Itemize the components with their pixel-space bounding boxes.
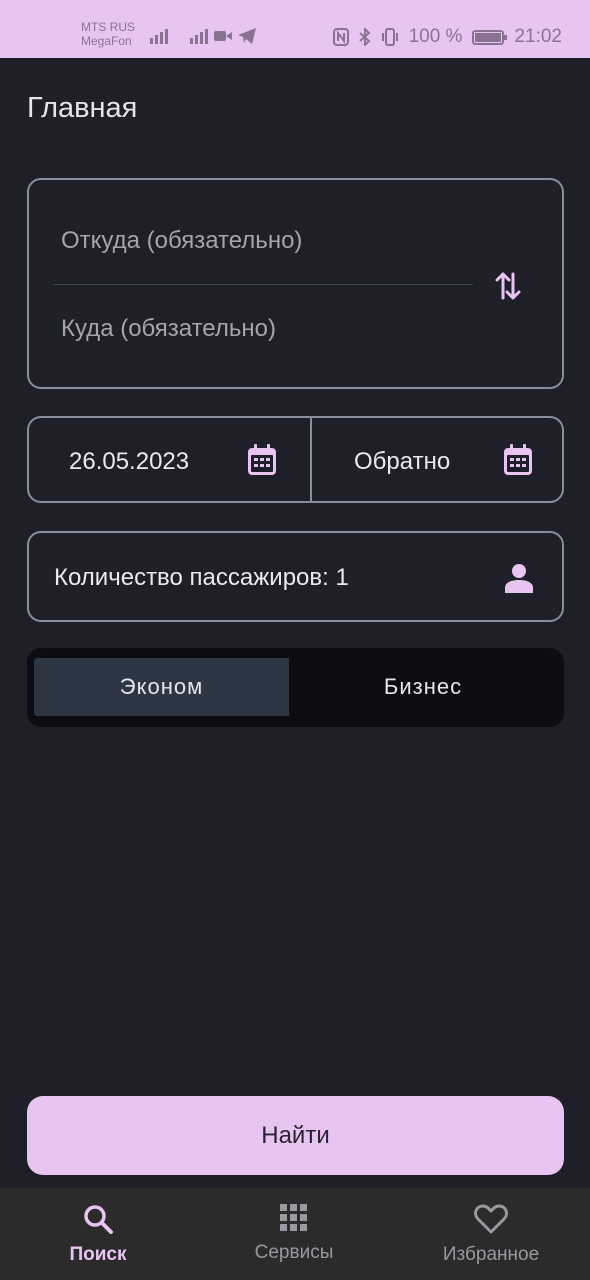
dates-card: 26.05.2023 Обратно (27, 416, 564, 503)
find-button[interactable]: Найти (27, 1096, 564, 1175)
nav-label-services: Сервисы (254, 1242, 334, 1263)
calendar-icon-return[interactable] (503, 444, 533, 476)
nav-label-search: Поиск (69, 1244, 127, 1265)
carrier-2: MegaFon (81, 34, 132, 48)
return-date[interactable]: Обратно (354, 448, 450, 476)
nav-item-services[interactable]: Сервисы (234, 1188, 354, 1280)
from-field[interactable]: Откуда (обязательно) (61, 227, 302, 255)
nav-item-favorites[interactable]: Избранное (426, 1188, 556, 1280)
passengers-label: Количество пассажиров: 1 (54, 564, 349, 591)
heart-icon (474, 1204, 508, 1234)
telegram-icon (238, 28, 256, 44)
swap-arrows-icon[interactable] (495, 270, 521, 302)
nav-label-favorites: Избранное (442, 1244, 540, 1265)
status-bar: MTS RUS MegaFon 100 % 21:02 (0, 0, 590, 58)
calendar-icon[interactable] (247, 444, 277, 476)
passengers-field[interactable]: Количество пассажиров: 1 (27, 531, 564, 622)
person-icon (505, 564, 533, 593)
search-icon (84, 1205, 113, 1234)
battery-icon (472, 29, 508, 45)
to-field[interactable]: Куда (обязательно) (61, 315, 276, 343)
nav-item-search[interactable]: Поиск (50, 1188, 146, 1280)
bluetooth-icon (358, 28, 371, 46)
clock: 21:02 (514, 26, 562, 47)
signal-icon-2 (190, 26, 208, 44)
carrier-names: MTS RUS MegaFon (81, 20, 135, 48)
signal-icon (150, 26, 168, 44)
class-toggle: Эконом Бизнес (27, 648, 564, 727)
video-icon (214, 31, 232, 41)
economy-option[interactable]: Эконом (34, 658, 289, 716)
carrier-1: MTS RUS (81, 20, 135, 34)
business-option[interactable]: Бизнес (289, 658, 557, 716)
route-card: Откуда (обязательно) Куда (обязательно) (27, 178, 564, 389)
grid-icon (280, 1204, 307, 1231)
battery-percent: 100 % (408, 26, 463, 47)
route-divider (53, 284, 473, 285)
nfc-icon (332, 28, 349, 46)
status-right: 100 % 21:02 (332, 26, 562, 48)
dates-separator (310, 418, 312, 501)
page-title: Главная (27, 92, 138, 124)
vibrate-icon (381, 28, 398, 46)
bottom-nav: Поиск Сервисы Избранное (0, 1188, 590, 1280)
depart-date[interactable]: 26.05.2023 (69, 448, 189, 476)
